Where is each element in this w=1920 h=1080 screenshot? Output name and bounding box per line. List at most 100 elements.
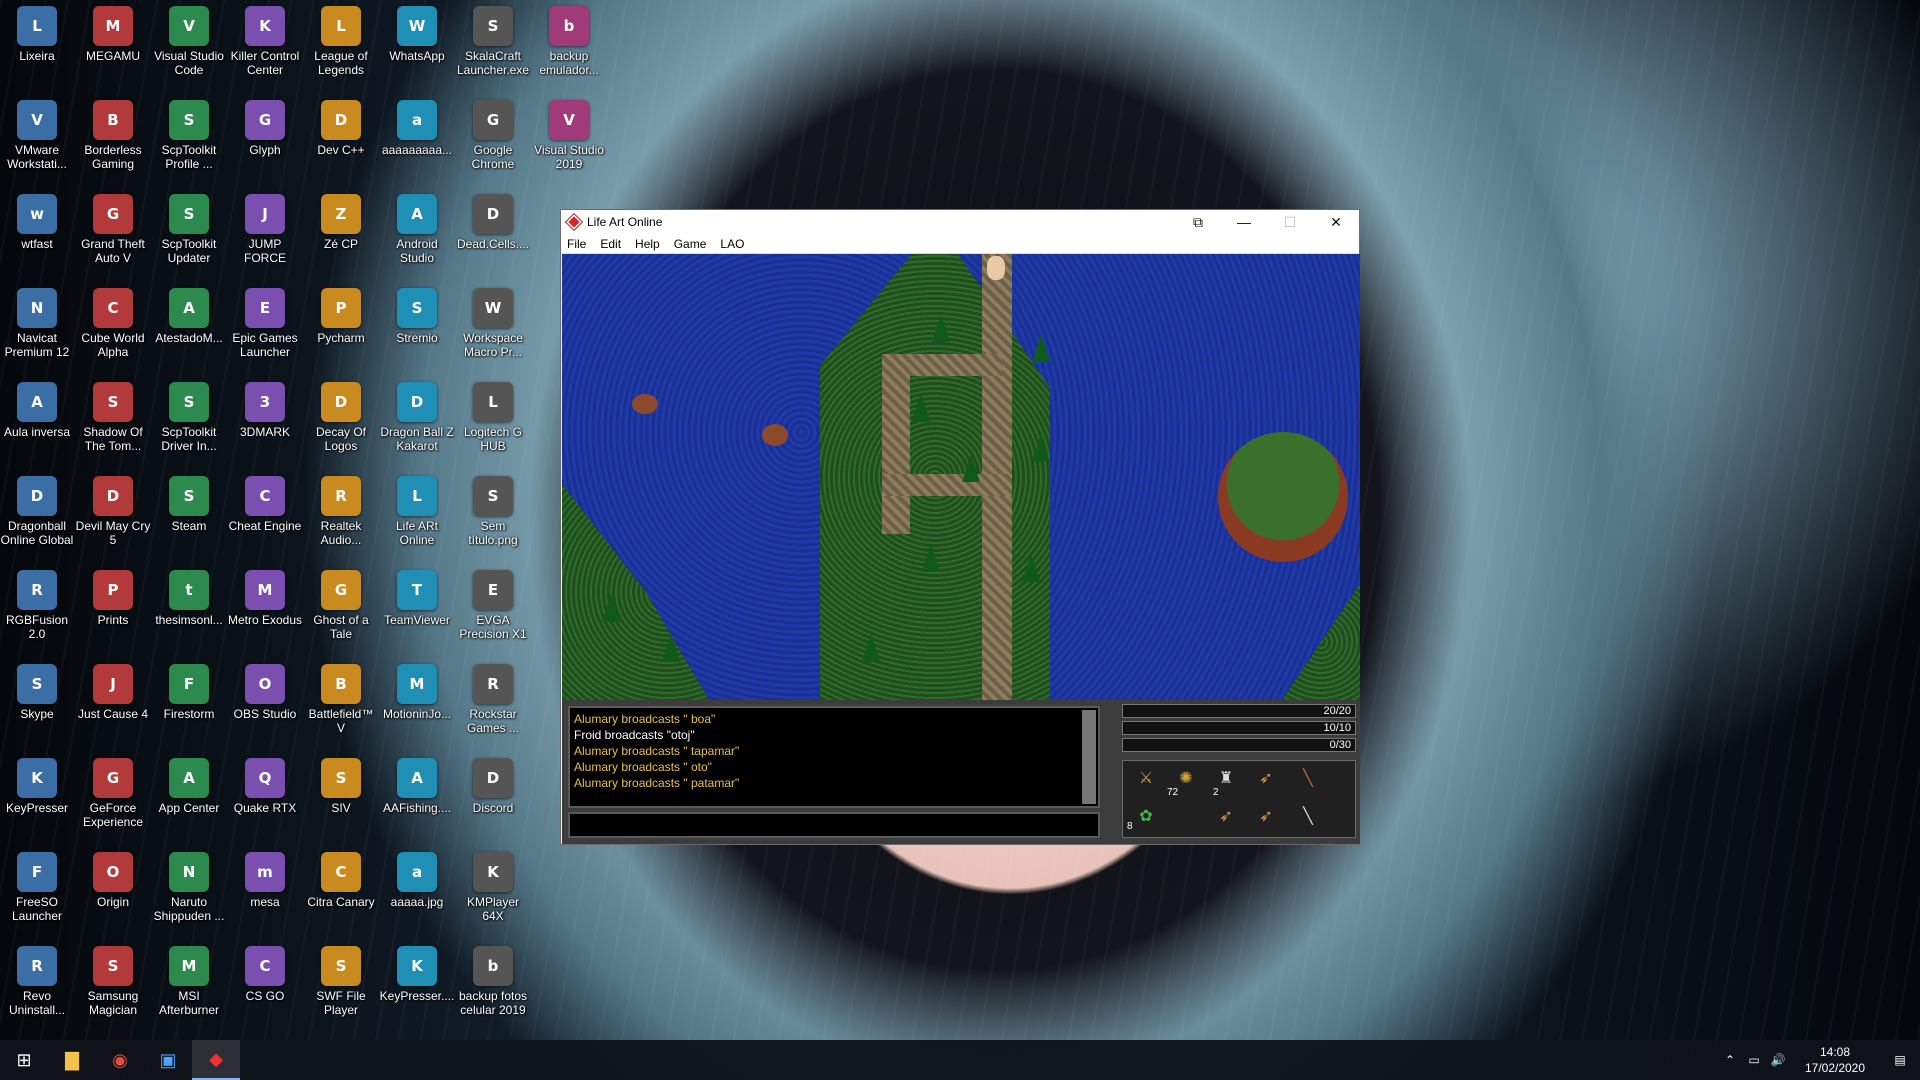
desktop-icon[interactable]: O Origin <box>76 846 150 936</box>
desktop-icon[interactable]: b backup fotos celular 2019 <box>456 940 530 1030</box>
desktop-icon[interactable]: C Cube World Alpha <box>76 282 150 372</box>
desktop-icon[interactable]: P Prints <box>76 564 150 654</box>
desktop-icon[interactable]: A App Center <box>152 752 226 842</box>
desktop-icon[interactable]: V Visual Studio 2019 <box>532 94 606 184</box>
chat-scrollbar[interactable] <box>1082 710 1096 804</box>
desktop-icon[interactable]: S Stremio <box>380 282 454 372</box>
desktop-icon[interactable]: S SWF File Player <box>304 940 378 1030</box>
file-explorer-icon[interactable]: ▇ <box>48 1040 96 1080</box>
volume-icon[interactable]: 🔊 <box>1766 1053 1790 1067</box>
desktop-icon[interactable]: F Firestorm <box>152 658 226 748</box>
desktop-icon[interactable]: S SkalaCraft Launcher.exe <box>456 0 530 90</box>
desktop-icon[interactable]: G Ghost of a Tale <box>304 564 378 654</box>
desktop-icon[interactable]: M Metro Exodus <box>228 564 302 654</box>
desktop-icon[interactable]: S Skype <box>0 658 74 748</box>
chat-input[interactable] <box>568 812 1100 838</box>
chrome-icon[interactable]: ◉ <box>96 1040 144 1080</box>
desktop-icon[interactable]: W WhatsApp <box>380 0 454 90</box>
photos-icon[interactable]: ▣ <box>144 1040 192 1080</box>
network-icon[interactable]: ▭ <box>1742 1053 1766 1067</box>
desktop-icon[interactable]: G Glyph <box>228 94 302 184</box>
desktop-icon[interactable]: m mesa <box>228 846 302 936</box>
desktop-icon[interactable]: S Sem título.png <box>456 470 530 560</box>
desktop-icon[interactable]: A Aula inversa <box>0 376 74 466</box>
desktop-icon[interactable]: O OBS Studio <box>228 658 302 748</box>
life-art-online-taskbar-icon[interactable]: ◆ <box>192 1040 240 1080</box>
desktop-icon[interactable]: D Dead.Cells.... <box>456 188 530 278</box>
desktop-icon[interactable]: B Borderless Gaming <box>76 94 150 184</box>
desktop-icon[interactable]: E Epic Games Launcher <box>228 282 302 372</box>
game-map[interactable] <box>562 254 1360 700</box>
desktop-icon[interactable]: S ScpToolkit Driver In... <box>152 376 226 466</box>
herb-icon[interactable]: ✿ <box>1135 805 1157 827</box>
desktop-icon[interactable]: J JUMP FORCE <box>228 188 302 278</box>
close-button[interactable]: ✕ <box>1313 210 1359 234</box>
wheat-icon[interactable]: ✺ <box>1175 767 1197 789</box>
desktop-icon[interactable]: D Decay Of Logos <box>304 376 378 466</box>
menu-edit[interactable]: Edit <box>594 237 629 251</box>
desktop-icon[interactable]: K Killer Control Center <box>228 0 302 90</box>
desktop-icon[interactable]: A Android Studio <box>380 188 454 278</box>
desktop-icon[interactable]: S SIV <box>304 752 378 842</box>
menu-help[interactable]: Help <box>629 237 668 251</box>
maximize-button[interactable]: ☐ <box>1267 210 1313 234</box>
desktop-icon[interactable]: G Google Chrome <box>456 94 530 184</box>
sword-icon[interactable]: ⚔ <box>1135 767 1157 789</box>
desktop-icon[interactable]: M MotioninJo... <box>380 658 454 748</box>
desktop-icon[interactable]: W Workspace Macro Pr... <box>456 282 530 372</box>
clock[interactable]: 14:08 17/02/2020 <box>1790 1044 1880 1076</box>
snap-icon[interactable]: ⧉ <box>1175 210 1221 234</box>
desktop-icon[interactable]: b backup emulador... <box>532 0 606 90</box>
desktop-icon[interactable]: K KeyPresser.... <box>380 940 454 1030</box>
desktop-icon[interactable]: J Just Cause 4 <box>76 658 150 748</box>
desktop-icon[interactable]: R Revo Uninstall... <box>0 940 74 1030</box>
staff-icon[interactable]: ╲ <box>1297 767 1319 789</box>
player-sprite[interactable] <box>987 256 1005 280</box>
title-bar[interactable]: Life Art Online ⧉ — ☐ ✕ <box>561 210 1359 234</box>
desktop-icon[interactable]: S Samsung Magician <box>76 940 150 1030</box>
desktop-icon[interactable]: Q Quake RTX <box>228 752 302 842</box>
arrow-icon[interactable]: ➶ <box>1255 767 1277 789</box>
desktop-icon[interactable]: C Citra Canary <box>304 846 378 936</box>
desktop-icon[interactable]: a aaaaaaaaa... <box>380 94 454 184</box>
desktop-icon[interactable]: D Dragonball Online Global <box>0 470 74 560</box>
desktop-icon[interactable]: a aaaaa.jpg <box>380 846 454 936</box>
desktop-icon[interactable]: 3 3DMARK <box>228 376 302 466</box>
desktop-icon[interactable]: Z Zé CP <box>304 188 378 278</box>
arrow-icon[interactable]: ➶ <box>1215 805 1237 827</box>
start-button[interactable]: ⊞ <box>0 1040 48 1080</box>
desktop-icon[interactable]: P Pycharm <box>304 282 378 372</box>
desktop-icon[interactable]: B Battlefield™ V <box>304 658 378 748</box>
desktop-icon[interactable]: K KeyPresser <box>0 752 74 842</box>
desktop-icon[interactable]: V Visual Studio Code <box>152 0 226 90</box>
desktop-icon[interactable]: S ScpToolkit Updater <box>152 188 226 278</box>
desktop-icon[interactable]: N Navicat Premium 12 <box>0 282 74 372</box>
desktop-icon[interactable]: C Cheat Engine <box>228 470 302 560</box>
dagger-icon[interactable]: ╲ <box>1297 805 1319 827</box>
desktop-icon[interactable]: w wtfast <box>0 188 74 278</box>
desktop-icon[interactable]: N Naruto Shippuden ... <box>152 846 226 936</box>
desktop-icon[interactable]: D Dragon Ball Z Kakarot <box>380 376 454 466</box>
desktop-icon[interactable]: D Dev C++ <box>304 94 378 184</box>
desktop-icon[interactable]: A AAFishing.... <box>380 752 454 842</box>
desktop-icon[interactable]: D Discord <box>456 752 530 842</box>
desktop-icon[interactable]: T TeamViewer <box>380 564 454 654</box>
menu-lao[interactable]: LAO <box>714 237 752 251</box>
desktop-icon[interactable]: S Steam <box>152 470 226 560</box>
menu-file[interactable]: File <box>561 237 594 251</box>
desktop-icon[interactable]: L Life ARt Online <box>380 470 454 560</box>
chevron-up-icon[interactable]: ⌃ <box>1718 1053 1742 1067</box>
arrow-icon[interactable]: ➶ <box>1255 805 1277 827</box>
desktop-icon[interactable]: G Grand Theft Auto V <box>76 188 150 278</box>
notifications-icon[interactable]: ▤ <box>1880 1053 1920 1067</box>
desktop-icon[interactable]: C CS GO <box>228 940 302 1030</box>
desktop-icon[interactable]: M MEGAMU <box>76 0 150 90</box>
desktop-icon[interactable]: K KMPlayer 64X <box>456 846 530 936</box>
desktop-icon[interactable]: S Shadow Of The Tom... <box>76 376 150 466</box>
desktop-icon[interactable]: A AtestadoM... <box>152 282 226 372</box>
desktop-icon[interactable]: S ScpToolkit Profile ... <box>152 94 226 184</box>
desktop-icon[interactable]: V VMware Workstati... <box>0 94 74 184</box>
desktop-icon[interactable]: L League of Legends <box>304 0 378 90</box>
minimize-button[interactable]: — <box>1221 210 1267 234</box>
desktop-icon[interactable]: E EVGA Precision X1 <box>456 564 530 654</box>
